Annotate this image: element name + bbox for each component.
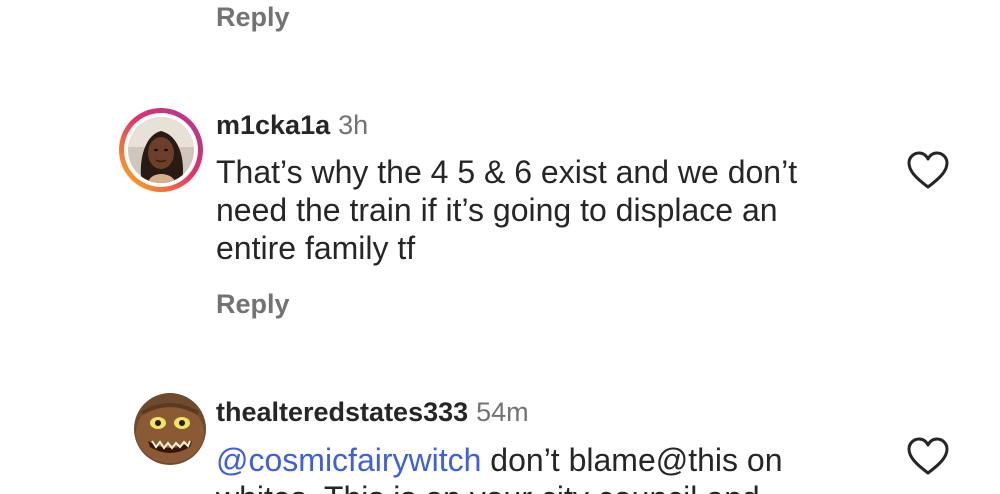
comment-text: @cosmicfairywitch don’t blame@this on wh… [216, 441, 836, 494]
avatar[interactable] [134, 393, 206, 465]
avatar-photo [128, 117, 194, 183]
username[interactable]: m1cka1a [216, 110, 330, 140]
heart-outline-icon[interactable] [906, 150, 950, 190]
heart-outline-icon[interactable] [906, 436, 950, 476]
reply-button[interactable]: Reply [216, 289, 290, 320]
comment-text: That’s why the 4 5 & 6 exist and we don’… [216, 154, 798, 266]
mention-link[interactable]: @cosmicfairywitch [216, 442, 481, 478]
avatar-photo [134, 393, 206, 465]
comments-page: Reply m1cka1a 3h That’s why the 4 5 & 6 … [0, 0, 1000, 494]
avatar-ring-gap [124, 113, 198, 187]
timestamp: 3h [338, 110, 369, 140]
username[interactable]: thealteredstates333 [216, 397, 468, 427]
reply-button[interactable]: Reply [216, 2, 290, 33]
avatar-image [128, 117, 194, 183]
timestamp: 54m [476, 397, 529, 427]
comment-meta: thealteredstates333 54m [216, 397, 529, 428]
comment-meta: m1cka1a 3h [216, 110, 368, 141]
avatar[interactable] [119, 108, 203, 192]
